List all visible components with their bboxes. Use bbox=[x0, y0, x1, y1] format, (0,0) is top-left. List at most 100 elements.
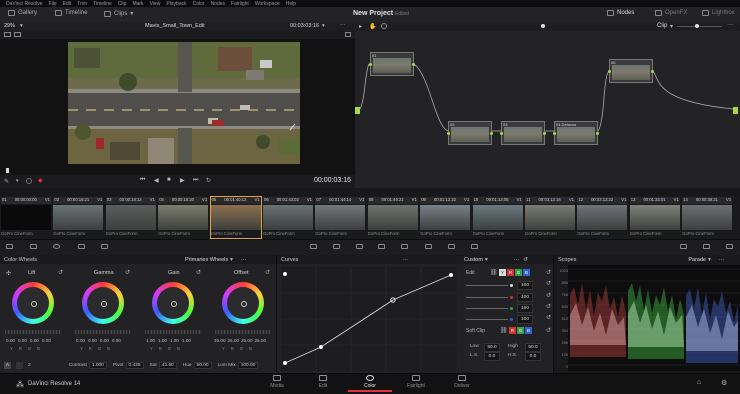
offset-value-r[interactable]: 25.00 bbox=[228, 338, 240, 343]
reset-icon[interactable]: ↺ bbox=[125, 269, 130, 276]
clip-thumbnail[interactable]: 05 00:01:40:12 V1 GoPro CineForm bbox=[209, 196, 262, 239]
fullscreen-icon[interactable] bbox=[345, 32, 351, 37]
color-node[interactable]: 04 Defocus bbox=[553, 121, 599, 145]
rgb-mixer-icon[interactable] bbox=[78, 244, 85, 249]
clip-thumbnail[interactable]: 12 00:03:13:22 V1 GoPro CineForm bbox=[577, 197, 628, 238]
offset-value-b[interactable]: 25.00 bbox=[255, 338, 267, 343]
window-icon[interactable] bbox=[356, 244, 363, 249]
gallery-button[interactable]: Gallery bbox=[8, 10, 37, 16]
soft-clip-b-button[interactable]: B bbox=[525, 327, 532, 334]
clips-button[interactable]: Clips ▾ bbox=[104, 10, 133, 17]
menu-item[interactable]: Clip bbox=[118, 1, 127, 7]
more-icon[interactable]: ··· bbox=[340, 22, 346, 28]
r-intensity-value[interactable]: 100 bbox=[517, 293, 533, 302]
menu-item[interactable]: File bbox=[49, 1, 57, 7]
node-zoom-handle[interactable] bbox=[695, 24, 699, 28]
lightbox-button[interactable]: Lightbox bbox=[702, 10, 735, 16]
unmix-icon[interactable]: ◆ bbox=[38, 177, 43, 184]
page-media[interactable]: Media bbox=[262, 375, 292, 389]
more-icon[interactable]: ··· bbox=[514, 257, 520, 263]
color-wheels-icon[interactable] bbox=[53, 244, 60, 249]
offset-value-y[interactable]: 25.00 bbox=[214, 338, 226, 343]
reset-icon[interactable]: ↺ bbox=[58, 269, 63, 276]
clip-thumbnail[interactable]: 06 00:01:43:02 V1 GoPro CineForm bbox=[263, 197, 313, 238]
reset-icon[interactable]: ↺ bbox=[546, 269, 551, 276]
menu-item[interactable]: Color bbox=[193, 1, 205, 7]
motion-effects-icon[interactable] bbox=[101, 244, 108, 249]
color-node[interactable]: 05 bbox=[608, 59, 654, 83]
info-icon[interactable] bbox=[726, 244, 733, 249]
picker-icon[interactable]: ✣ bbox=[6, 270, 11, 277]
clip-thumbnail[interactable]: 03 00:00:18:13 V1 GoPro CineForm bbox=[105, 197, 156, 238]
gamma-value-g[interactable]: 0.00 bbox=[100, 338, 109, 343]
clip-thumbnail[interactable]: 08 00:01:49:21 V1 GoPro CineForm bbox=[367, 197, 418, 238]
reset-icon[interactable]: ↺ bbox=[196, 269, 201, 276]
pivot-value[interactable]: 0.435 bbox=[125, 362, 144, 369]
clip-thumbnail[interactable]: 11 00:03:13:16 V1 GoPro CineForm bbox=[525, 197, 575, 238]
clip-thumbnail[interactable]: 14 00:00:39:21 V1 GoPro CineForm bbox=[682, 197, 733, 238]
node-editor[interactable]: 01 02 03 04 Defocus 05 06 bbox=[355, 31, 740, 188]
gamma-wheel[interactable] bbox=[82, 282, 124, 324]
chevron-down-icon[interactable]: ▾ bbox=[230, 257, 233, 263]
more-icon[interactable]: ··· bbox=[727, 22, 733, 28]
scopes-person-icon[interactable] bbox=[680, 244, 687, 249]
hue-value[interactable]: 50.00 bbox=[193, 362, 212, 369]
y-intensity-slider[interactable] bbox=[466, 285, 508, 286]
qualifier-icon[interactable] bbox=[333, 244, 340, 249]
chevron-down-icon[interactable]: ▾ bbox=[322, 23, 325, 29]
reset-icon[interactable]: ↺ bbox=[546, 327, 551, 334]
page-1-button[interactable] bbox=[16, 362, 23, 369]
gamma-value-b[interactable]: 0.00 bbox=[112, 338, 121, 343]
offset-wheel[interactable] bbox=[222, 282, 264, 324]
clip-thumbnail[interactable]: 07 00:01:44:14 V1 GoPro CineForm bbox=[315, 197, 366, 238]
page-deliver[interactable]: Deliver bbox=[447, 375, 477, 389]
menu-item[interactable]: View bbox=[150, 1, 161, 7]
contrast-value[interactable]: 1.000 bbox=[88, 362, 107, 369]
lift-wheel[interactable] bbox=[12, 282, 54, 324]
clip-thumbnail[interactable]: 02 00:00:16:21 V1 GoPro CineForm bbox=[53, 197, 104, 238]
timeline-button[interactable]: Timeline bbox=[55, 10, 87, 16]
video-frame[interactable] bbox=[68, 42, 300, 164]
slider-dot[interactable] bbox=[541, 24, 545, 28]
channel-r-button[interactable]: R bbox=[507, 269, 514, 276]
lift-value-y[interactable]: 0.00 bbox=[6, 338, 15, 343]
chevron-down-icon[interactable]: ▾ bbox=[20, 23, 23, 29]
menu-item[interactable]: Trim bbox=[77, 1, 87, 7]
camera-raw-icon[interactable] bbox=[6, 244, 13, 249]
play-icon[interactable]: ▶ bbox=[180, 177, 185, 184]
low-value[interactable]: 50.0 bbox=[484, 343, 500, 352]
sizing-icon[interactable] bbox=[448, 244, 455, 249]
loop-icon[interactable] bbox=[26, 178, 32, 184]
clip-thumbnail[interactable]: 01 00:00:00:00 V1 GoPro CineForm bbox=[1, 197, 51, 238]
gain-value-g[interactable]: 1.00 bbox=[170, 338, 179, 343]
page-edit[interactable]: Edit bbox=[308, 375, 338, 389]
link-icon[interactable]: ⛓ bbox=[500, 327, 508, 334]
curves-mode[interactable]: Custom bbox=[464, 257, 483, 263]
chevron-down-icon[interactable]: ▾ bbox=[708, 257, 711, 263]
input-handle[interactable] bbox=[355, 107, 360, 114]
split-screen-icon[interactable] bbox=[14, 32, 21, 37]
blur-icon[interactable] bbox=[401, 244, 408, 249]
menu-item[interactable]: DaVinci Resolve bbox=[6, 1, 43, 7]
more-icon[interactable]: ··· bbox=[402, 257, 408, 263]
viewer-mode-icon[interactable] bbox=[4, 32, 11, 37]
3d-icon[interactable] bbox=[471, 244, 478, 249]
menu-item[interactable]: Mark bbox=[132, 1, 143, 7]
high-value[interactable]: 50.0 bbox=[525, 343, 541, 352]
home-icon[interactable]: ⌂ bbox=[697, 379, 701, 386]
color-node[interactable]: 03 bbox=[500, 121, 546, 145]
page-number[interactable]: 2 bbox=[28, 363, 31, 368]
menu-item[interactable]: Workspace bbox=[255, 1, 280, 7]
more-icon[interactable]: ··· bbox=[241, 257, 247, 263]
node-zoom-slider[interactable] bbox=[677, 26, 722, 27]
node-mode[interactable]: Clip bbox=[657, 23, 667, 29]
openfx-button[interactable]: OpenFX bbox=[655, 10, 687, 16]
reset-icon[interactable]: ↺ bbox=[546, 292, 551, 299]
y-intensity-value[interactable]: 100 bbox=[517, 281, 533, 290]
lift-value-b[interactable]: 0.00 bbox=[42, 338, 51, 343]
skip-back-icon[interactable]: ⏮ bbox=[140, 177, 145, 184]
menu-item[interactable]: Help bbox=[286, 1, 296, 7]
zoom-level[interactable]: 29% bbox=[4, 23, 15, 29]
nodes-button[interactable]: Nodes bbox=[607, 10, 634, 16]
pointer-icon[interactable]: ▸ bbox=[359, 23, 362, 30]
